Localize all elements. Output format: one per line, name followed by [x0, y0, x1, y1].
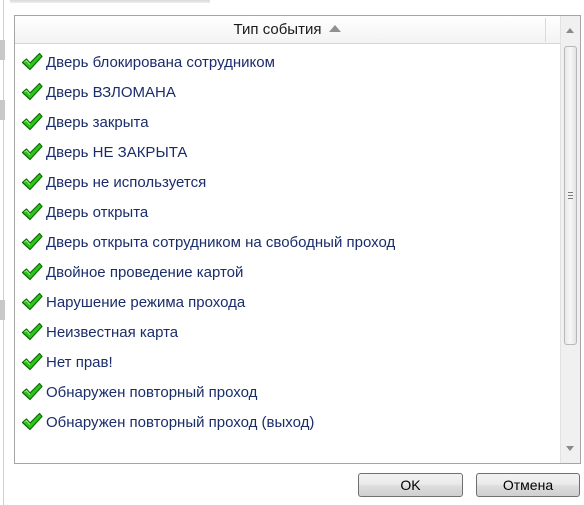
- scroll-up-arrow-icon[interactable]: [566, 28, 574, 33]
- list-item-label: Дверь не используется: [46, 173, 207, 191]
- list-item-label: Дверь НЕ ЗАКРЫТА: [46, 143, 188, 161]
- column-header-label: Тип события: [233, 21, 322, 38]
- grip-line: [568, 195, 573, 196]
- list-item-label: Обнаружен повторный проход: [46, 383, 258, 401]
- sort-ascending-icon: [329, 25, 342, 32]
- event-type-list: Дверь блокирована сотрудником Дверь ВЗЛОМ…: [15, 47, 560, 437]
- checkmark-icon: [21, 322, 43, 342]
- background-window-fragment: [0, 300, 5, 320]
- checkmark-icon: [21, 352, 43, 372]
- list-item[interactable]: Обнаружен повторный проход: [15, 377, 560, 407]
- list-item[interactable]: Дверь ВЗЛОМАНА: [15, 77, 560, 107]
- list-item[interactable]: Неизвестная карта: [15, 317, 560, 347]
- list-item-label: Двойное проведение картой: [46, 263, 244, 281]
- checkmark-icon: [21, 382, 43, 402]
- checkmark-icon: [21, 172, 43, 192]
- list-item[interactable]: Нет прав!: [15, 347, 560, 377]
- scroll-down-arrow-icon[interactable]: [566, 446, 574, 451]
- list-item[interactable]: Нарушение режима прохода: [15, 287, 560, 317]
- background-window-fragment: [10, 0, 210, 3]
- list-item[interactable]: Дверь блокирована сотрудником: [15, 47, 560, 77]
- checkmark-icon: [21, 292, 43, 312]
- list-item-label: Нет прав!: [46, 353, 113, 371]
- list-item[interactable]: Дверь не используется: [15, 167, 560, 197]
- vertical-scrollbar[interactable]: [560, 16, 580, 463]
- background-window-fragment: [0, 100, 5, 120]
- checkmark-icon: [21, 412, 43, 432]
- list-item-label: Обнаружен повторный проход (выход): [46, 413, 315, 431]
- list-item[interactable]: Обнаружен повторный проход (выход): [15, 407, 560, 437]
- column-header-event-type[interactable]: Тип события: [15, 16, 560, 44]
- scrollbar-thumb[interactable]: [564, 46, 577, 345]
- list-item-label: Дверь открыта: [46, 203, 149, 221]
- list-item[interactable]: Дверь открыта: [15, 197, 560, 227]
- checkmark-icon: [21, 142, 43, 162]
- background-window-edge: [3, 0, 4, 505]
- event-type-grid[interactable]: Тип события Дверь блокирована сотруднико…: [14, 15, 581, 464]
- grip-line: [568, 198, 573, 199]
- checkmark-icon: [21, 202, 43, 222]
- cancel-button[interactable]: Отмена: [476, 473, 580, 497]
- checkmark-icon: [21, 232, 43, 252]
- event-type-dialog: Тип события Дверь блокирована сотруднико…: [0, 0, 584, 505]
- list-item[interactable]: Дверь НЕ ЗАКРЫТА: [15, 137, 560, 167]
- list-item-label: Дверь закрыта: [46, 113, 149, 131]
- list-item[interactable]: Двойное проведение картой: [15, 257, 560, 287]
- header-divider: [545, 18, 546, 42]
- checkmark-icon: [21, 82, 43, 102]
- list-item-label: Нарушение режима прохода: [46, 293, 246, 311]
- list-item[interactable]: Дверь закрыта: [15, 107, 560, 137]
- list-item-label: Неизвестная карта: [46, 323, 179, 341]
- ok-button[interactable]: OK: [358, 473, 463, 497]
- background-window-fragment: [0, 40, 5, 60]
- list-item-label: Дверь открыта сотрудником на свободный п…: [46, 233, 396, 251]
- checkmark-icon: [21, 52, 43, 72]
- list-item-label: Дверь блокирована сотрудником: [46, 53, 275, 71]
- checkmark-icon: [21, 112, 43, 132]
- checkmark-icon: [21, 262, 43, 282]
- list-item-label: Дверь ВЗЛОМАНА: [46, 83, 176, 101]
- grip-line: [568, 192, 573, 193]
- list-item[interactable]: Дверь открыта сотрудником на свободный п…: [15, 227, 560, 257]
